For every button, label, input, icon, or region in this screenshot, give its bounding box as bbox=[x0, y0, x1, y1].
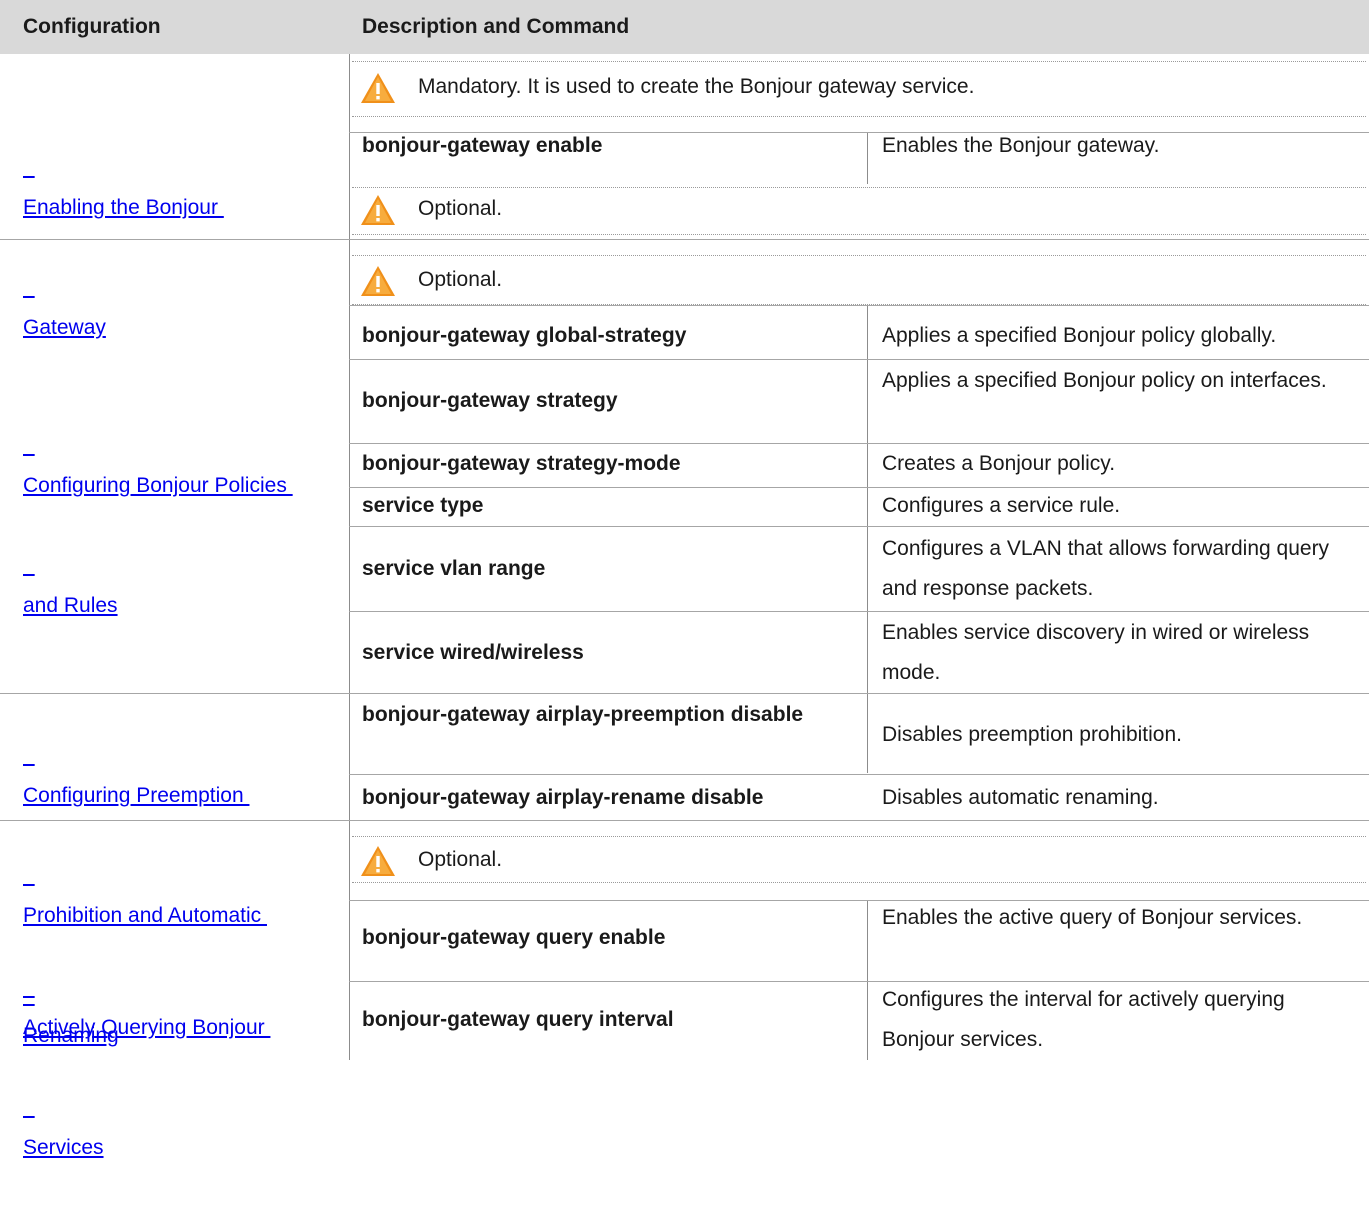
description-text: Applies a specified Bonjour policy globa… bbox=[882, 324, 1277, 347]
link-configuring-bonjour-policies[interactable]: Configuring Bonjour Policies and Rules bbox=[23, 386, 293, 666]
row-divider bbox=[349, 487, 1369, 488]
description-text: Configures the interval for actively que… bbox=[882, 988, 1285, 1051]
section-divider bbox=[0, 693, 1369, 694]
command-text: bonjour-gateway strategy-mode bbox=[362, 452, 681, 475]
command-text: service vlan range bbox=[362, 557, 546, 580]
link-line[interactable]: Gateway bbox=[23, 308, 224, 348]
note-top-border bbox=[352, 255, 1366, 256]
description-text: Disables automatic renaming. bbox=[882, 786, 1159, 809]
warning-triangle-icon bbox=[361, 73, 395, 103]
cell-divider bbox=[867, 900, 868, 1060]
command-text: bonjour-gateway airplay-preemption disab… bbox=[362, 703, 804, 726]
warning-triangle-icon bbox=[361, 195, 395, 225]
note-optional: Optional. bbox=[418, 848, 503, 871]
description-text: Disables preemption prohibition. bbox=[882, 723, 1182, 746]
warning-triangle-icon bbox=[361, 266, 395, 296]
note-optional: Optional. bbox=[418, 268, 503, 291]
link-line[interactable]: Services bbox=[23, 1128, 270, 1168]
command-text: bonjour-gateway query interval bbox=[362, 1008, 674, 1031]
header-configuration-cell: Configuration bbox=[0, 0, 349, 54]
header-configuration: Configuration bbox=[23, 15, 161, 38]
command-text: bonjour-gateway airplay-rename disable bbox=[362, 786, 764, 809]
link-line[interactable]: Configuring Preemption bbox=[23, 776, 267, 816]
description-text: Configures a service rule. bbox=[882, 494, 1121, 517]
description-text: Creates a Bonjour policy. bbox=[882, 452, 1116, 475]
link-line[interactable]: Configuring Bonjour Policies bbox=[23, 466, 293, 506]
note-bottom-border bbox=[352, 234, 1366, 235]
cell-divider bbox=[867, 132, 868, 184]
row-divider bbox=[349, 305, 1369, 306]
description-text: Enables the active query of Bonjour serv… bbox=[882, 906, 1303, 929]
column-divider bbox=[349, 54, 350, 1060]
command-text: service wired/wireless bbox=[362, 641, 584, 664]
row-divider bbox=[349, 774, 1369, 775]
note-bottom-border bbox=[352, 304, 1366, 305]
description-text: Configures a VLAN that allows forwarding… bbox=[882, 537, 1330, 600]
command-text: bonjour-gateway query enable bbox=[362, 926, 666, 949]
command-text: bonjour-gateway enable bbox=[362, 134, 603, 157]
note-optional: Optional. bbox=[418, 197, 503, 220]
note-bottom-border bbox=[352, 882, 1366, 883]
note-mandatory: Mandatory. It is used to create the Bonj… bbox=[418, 75, 975, 98]
header-description: Description and Command bbox=[362, 15, 630, 38]
link-enabling-bonjour-gateway[interactable]: Enabling the Bonjour Gateway bbox=[23, 108, 224, 388]
note-top-border bbox=[352, 187, 1366, 188]
link-line[interactable]: Enabling the Bonjour bbox=[23, 188, 224, 228]
warning-triangle-icon bbox=[361, 846, 395, 876]
cell-divider bbox=[867, 305, 868, 773]
row-divider bbox=[349, 526, 1369, 527]
row-divider bbox=[349, 611, 1369, 612]
link-line[interactable]: Actively Querying Bonjour bbox=[23, 1008, 270, 1048]
row-divider bbox=[349, 359, 1369, 360]
command-text: bonjour-gateway global-strategy bbox=[362, 324, 687, 347]
note-top-border bbox=[352, 61, 1366, 62]
note-top-border bbox=[352, 836, 1366, 837]
note-bottom-border bbox=[352, 116, 1366, 117]
description-text: Enables the Bonjour gateway. bbox=[882, 134, 1160, 157]
command-text: bonjour-gateway strategy bbox=[362, 389, 618, 412]
description-text: Enables service discovery in wired or wi… bbox=[882, 621, 1310, 684]
command-text: service type bbox=[362, 494, 484, 517]
description-text: Applies a specified Bonjour policy on in… bbox=[882, 369, 1327, 392]
header-description-cell: Description and Command bbox=[349, 0, 1369, 54]
link-line[interactable]: and Rules bbox=[23, 586, 293, 626]
link-actively-querying-bonjour[interactable]: Actively Querying Bonjour Services bbox=[23, 928, 270, 1208]
